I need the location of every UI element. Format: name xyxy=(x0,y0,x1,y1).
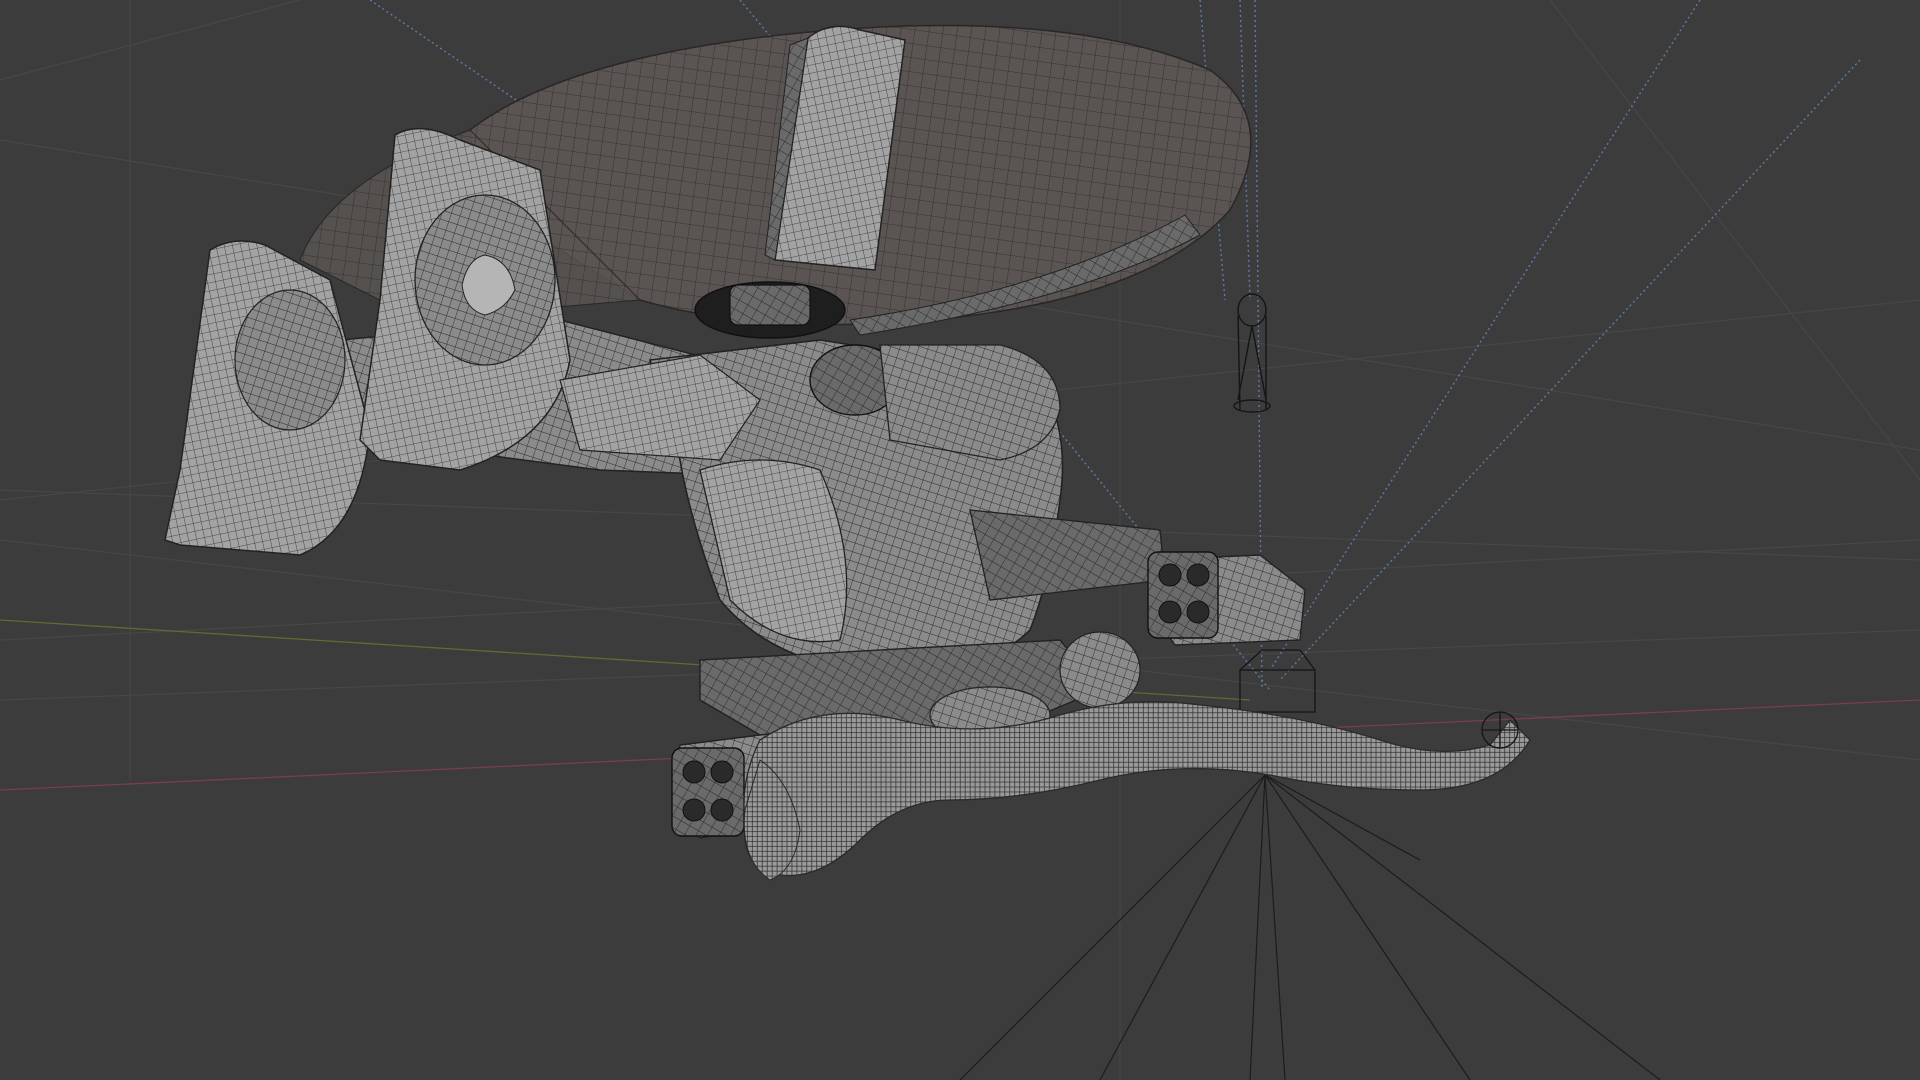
3d-viewport[interactable] xyxy=(0,0,1920,1080)
tail-fan-right[interactable] xyxy=(359,127,571,471)
smoke-emitter-gizmo[interactable] xyxy=(1481,711,1519,749)
rotor-hub[interactable] xyxy=(694,281,846,339)
viewport-canvas[interactable] xyxy=(0,0,1920,1080)
